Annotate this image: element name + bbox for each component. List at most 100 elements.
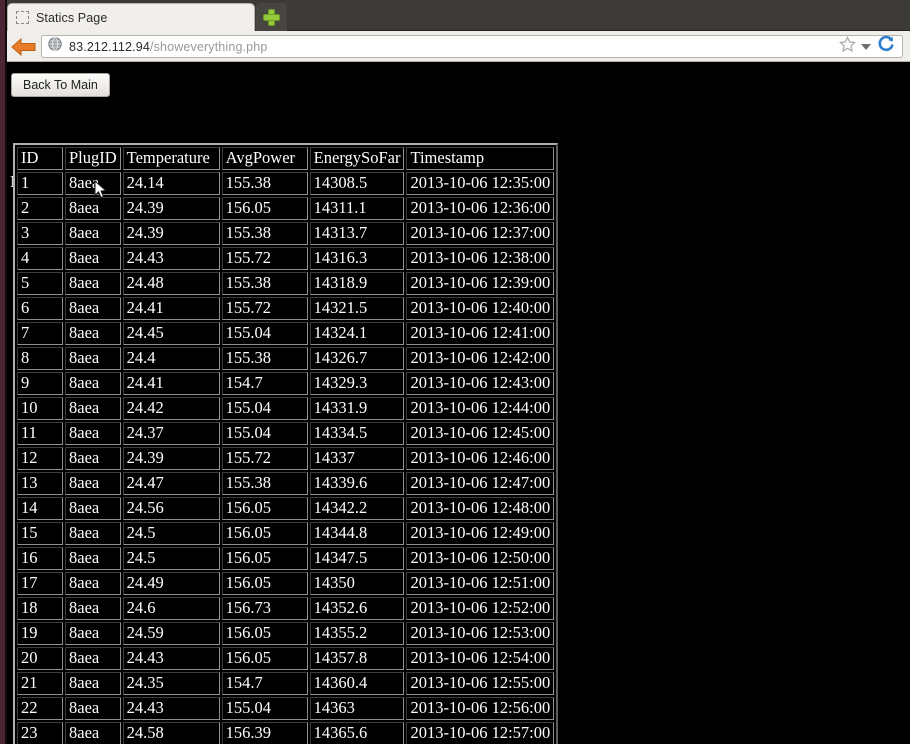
table-row: 17 8aea 24.49 156.05 14350 2013-10-06 12:51:0… (17, 572, 555, 595)
table-cell: 2013-10-06 12:43:00 (406, 372, 555, 395)
table-cell: 2013-10-06 12:49:00 (406, 522, 555, 545)
table-row: 9 8aea 24.41 154.7 14329.3 2013-10-06 12:43:0… (17, 372, 555, 395)
table-cell: 24.4 (122, 347, 220, 370)
table-cell: 2013-10-06 12:36:00 (406, 197, 555, 220)
reload-icon[interactable] (877, 35, 895, 58)
table-cell: 24.45 (122, 322, 220, 345)
window-border-left-inner (5, 0, 7, 744)
table-cell: 24.48 (122, 272, 220, 295)
table-cell: 24.42 (122, 397, 220, 420)
table-row: 5 8aea 24.48 155.38 14318.9 2013-10-06 12:39:… (17, 272, 555, 295)
table-row: 11 8aea 24.37 155.04 14334.5 2013-10-06 12:45… (17, 422, 555, 445)
table-cell: 2013-10-06 12:50:00 (406, 547, 555, 570)
back-to-main-button[interactable]: Back To Main (11, 73, 110, 97)
table-column-header: Timestamp (406, 147, 555, 170)
globe-icon (48, 37, 62, 56)
table-cell: 8aea (65, 497, 121, 520)
table-cell: 8aea (65, 297, 121, 320)
table-cell: 24.39 (122, 222, 220, 245)
tab-statics-page[interactable]: Statics Page (7, 3, 255, 31)
table-cell: 14339.6 (309, 472, 405, 495)
table-cell: 14355.2 (309, 622, 405, 645)
table-column-header: AvgPower (221, 147, 308, 170)
back-arrow-icon[interactable] (11, 37, 37, 57)
table-row: 21 8aea 24.35 154.7 14360.4 2013-10-06 12:55:… (17, 672, 555, 695)
table-cell: 24.37 (122, 422, 220, 445)
table-cell: 155.04 (221, 322, 308, 345)
table-cell: 11 (17, 422, 63, 445)
table-row: 12 8aea 24.39 155.72 14337 2013-10-06 12:46:0… (17, 447, 555, 470)
table-cell: 14360.4 (309, 672, 405, 695)
table-cell: 14334.5 (309, 422, 405, 445)
table-cell: 155.72 (221, 297, 308, 320)
placeholder-favicon-icon (16, 11, 29, 24)
table-cell: 14337 (309, 447, 405, 470)
new-tab-button[interactable] (256, 3, 287, 31)
table-cell: 21 (17, 672, 63, 695)
table-column-header: PlugID (65, 147, 121, 170)
table-cell: 155.38 (221, 472, 308, 495)
table-cell: 14365.6 (309, 722, 405, 744)
table-column-header: Temperature (122, 147, 220, 170)
table-cell: 4 (17, 247, 63, 270)
table-cell: 2013-10-06 12:35:00 (406, 172, 555, 195)
table-row: 15 8aea 24.5 156.05 14344.8 2013-10-06 12:49:… (17, 522, 555, 545)
table-cell: 14311.1 (309, 197, 405, 220)
table-cell: 24.6 (122, 597, 220, 620)
table-cell: 8aea (65, 672, 121, 695)
table-cell: 8aea (65, 597, 121, 620)
table-cell: 15 (17, 522, 63, 545)
table-row: 14 8aea 24.56 156.05 14342.2 2013-10-06 12:48… (17, 497, 555, 520)
table-cell: 24.5 (122, 522, 220, 545)
table-cell: 156.73 (221, 597, 308, 620)
tab-strip: Statics Page (0, 0, 910, 31)
table-cell: 8aea (65, 372, 121, 395)
table-cell: 20 (17, 647, 63, 670)
table-cell: 14329.3 (309, 372, 405, 395)
table-cell: 14313.7 (309, 222, 405, 245)
table-cell: 24.49 (122, 572, 220, 595)
table-head: ID PlugID Temperature AvgPower EnergySoFar Ti… (17, 147, 555, 170)
table-cell: 24.47 (122, 472, 220, 495)
plus-icon (264, 9, 279, 25)
chevron-down-icon[interactable] (861, 43, 871, 50)
table-cell: 9 (17, 372, 63, 395)
table-row: 23 8aea 24.58 156.39 14365.6 2013-10-06 12:57… (17, 722, 555, 744)
table-cell: 155.38 (221, 222, 308, 245)
table-cell: 14363 (309, 697, 405, 720)
table-cell: 155.04 (221, 397, 308, 420)
table-cell: 8aea (65, 197, 121, 220)
table-cell: 2013-10-06 12:52:00 (406, 597, 555, 620)
table-column-header: EnergySoFar (309, 147, 405, 170)
table-cell: 18 (17, 597, 63, 620)
table-cell: 24.58 (122, 722, 220, 744)
table-cell: 155.72 (221, 247, 308, 270)
table-cell: 23 (17, 722, 63, 744)
table-cell: 14321.5 (309, 297, 405, 320)
table-cell: 2013-10-06 12:46:00 (406, 447, 555, 470)
table-cell: 24.39 (122, 447, 220, 470)
table-row: 1 8aea 24.14 155.38 14308.5 2013-10-06 12:35:… (17, 172, 555, 195)
table-cell: 8aea (65, 272, 121, 295)
table-cell: 155.04 (221, 422, 308, 445)
table-row: 2 8aea 24.39 156.05 14311.1 2013-10-06 12:36:… (17, 197, 555, 220)
table-cell: 14344.8 (309, 522, 405, 545)
table-cell: 8aea (65, 722, 121, 744)
table-cell: 19 (17, 622, 63, 645)
table-cell: 2013-10-06 12:55:00 (406, 672, 555, 695)
table-cell: 8aea (65, 522, 121, 545)
table-cell: 8aea (65, 547, 121, 570)
url-bar[interactable]: 83.212.112.94/showeverything.php (41, 35, 903, 58)
table-cell: 24.5 (122, 547, 220, 570)
star-icon[interactable] (839, 35, 856, 58)
table-cell: 7 (17, 322, 63, 345)
table-cell: 156.05 (221, 197, 308, 220)
table-cell: 24.14 (122, 172, 220, 195)
table-cell: 14357.8 (309, 647, 405, 670)
table-row: 6 8aea 24.41 155.72 14321.5 2013-10-06 12:40:… (17, 297, 555, 320)
table-cell: 2013-10-06 12:41:00 (406, 322, 555, 345)
table-cell: 10 (17, 397, 63, 420)
table-cell: 14318.9 (309, 272, 405, 295)
table-cell: 2013-10-06 12:45:00 (406, 422, 555, 445)
table-cell: 8aea (65, 247, 121, 270)
